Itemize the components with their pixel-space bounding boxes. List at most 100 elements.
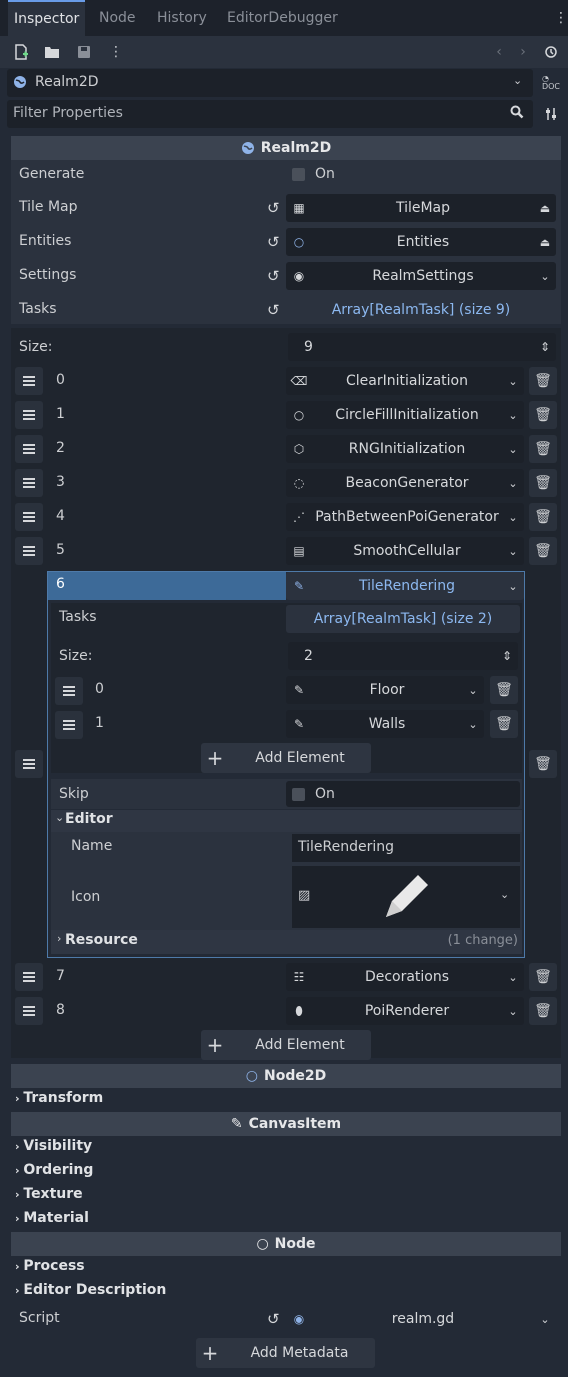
chevron-right-icon: › (57, 932, 62, 945)
task-resource[interactable]: ☷ Decorations ⌄ (286, 963, 524, 991)
tab-editor-debugger[interactable]: EditorDebugger (221, 0, 344, 36)
element-6-header[interactable]: 6 (48, 572, 286, 600)
section-node2d[interactable]: ○ Node2D (11, 1064, 561, 1088)
doc-icon[interactable]: ◔ DOC (540, 72, 562, 94)
drag-handle[interactable] (55, 677, 83, 705)
chevron-down-icon: ⌄ (468, 717, 478, 731)
delete-icon[interactable]: 🗑 (529, 750, 557, 778)
resource-group-header[interactable]: › Resource (1 change) (51, 930, 522, 954)
fold-visibility[interactable]: › Visibility (15, 1138, 92, 1154)
property-filter-options-icon[interactable] (540, 103, 562, 125)
filter-input[interactable]: Filter Properties (7, 100, 533, 128)
section-realm2d[interactable]: Realm2D (11, 136, 561, 160)
open-folder-icon[interactable] (41, 41, 63, 63)
history-icon[interactable] (540, 41, 562, 63)
drag-handle[interactable] (15, 997, 43, 1025)
add-metadata-button[interactable]: + Add Metadata (196, 1338, 375, 1368)
pick-node-icon[interactable]: ⏏ (534, 202, 556, 215)
history-back-icon[interactable]: ‹ (488, 41, 510, 63)
generate-checkbox[interactable]: On (292, 166, 335, 182)
editor-group-header[interactable]: ⌄ Editor (51, 810, 522, 832)
drag-handle[interactable] (55, 711, 83, 739)
add-element-button[interactable]: + Add Element (201, 1030, 371, 1060)
entities-value[interactable]: ○ Entities ⏏ (286, 228, 556, 256)
delete-icon[interactable]: 🗑 (529, 537, 557, 565)
task-resource[interactable]: ⬡ RNGInitialization ⌄ (286, 435, 524, 463)
delete-icon[interactable]: 🗑 (490, 676, 518, 704)
delete-icon[interactable]: 🗑 (529, 367, 557, 395)
delete-icon[interactable]: 🗑 (490, 710, 518, 738)
fold-texture[interactable]: › Texture (15, 1186, 83, 1202)
toolbar: ⋮ ‹ › (0, 36, 568, 68)
drag-handle[interactable] (15, 963, 43, 991)
tasks-array-button[interactable]: Array[RealmTask] (size 9) (286, 296, 556, 324)
tab-inspector[interactable]: Inspector (8, 0, 86, 36)
section-node[interactable]: ○ Node (11, 1232, 561, 1256)
size-spinbox[interactable]: 9 ⇕ (288, 333, 556, 361)
delete-icon[interactable]: 🗑 (529, 997, 557, 1025)
revert-icon[interactable]: ↺ (267, 267, 280, 285)
tab-node[interactable]: Node (93, 0, 142, 36)
node2d-icon: ○ (245, 1068, 258, 1084)
globe-icon: ◉ (293, 1312, 305, 1326)
nested-add-element-button[interactable]: + Add Element (201, 743, 371, 773)
spin-arrows-icon[interactable]: ⇕ (534, 340, 556, 354)
generate-value: On (315, 166, 335, 182)
fold-process[interactable]: › Process (15, 1258, 85, 1274)
chevron-down-icon: ⌄ (508, 1004, 518, 1018)
revert-icon[interactable]: ↺ (267, 301, 280, 319)
delete-icon[interactable]: 🗑 (529, 469, 557, 497)
drag-handle[interactable] (15, 503, 43, 531)
element-index: 7 (56, 968, 65, 984)
fold-editor-description[interactable]: › Editor Description (15, 1282, 166, 1298)
tab-menu-icon[interactable]: ⋮ (550, 7, 568, 29)
delete-icon[interactable]: 🗑 (529, 435, 557, 463)
drag-handle[interactable] (15, 750, 43, 778)
drag-handle[interactable] (15, 435, 43, 463)
save-icon[interactable] (73, 41, 95, 63)
history-forward-icon[interactable]: › (512, 41, 534, 63)
nested-size-spinbox[interactable]: 2 ⇕ (288, 642, 518, 670)
script-value[interactable]: ◉ realm.gd ⌄ (286, 1305, 556, 1333)
fold-material[interactable]: › Material (15, 1210, 89, 1226)
task-resource[interactable]: ○ CircleFillInitialization ⌄ (286, 401, 524, 429)
revert-icon[interactable]: ↺ (267, 199, 280, 217)
task-resource[interactable]: ⋰ PathBetweenPoiGenerator ⌄ (286, 503, 524, 531)
delete-icon[interactable]: 🗑 (529, 503, 557, 531)
drag-handle[interactable] (15, 401, 43, 429)
drag-handle[interactable] (15, 469, 43, 497)
object-selector[interactable]: Realm2D ⌄ (7, 69, 533, 97)
tile-map-value[interactable]: ▦ TileMap ⏏ (286, 194, 556, 222)
task-resource[interactable]: ◌ BeaconGenerator ⌄ (286, 469, 524, 497)
task-name: SmoothCellular (353, 543, 461, 559)
element-index: 8 (56, 1002, 65, 1018)
more-options-icon[interactable]: ⋮ (105, 41, 127, 63)
revert-icon[interactable]: ↺ (267, 1310, 280, 1328)
revert-icon[interactable]: ↺ (267, 233, 280, 251)
drag-handle[interactable] (15, 367, 43, 395)
element-6-resource[interactable]: ✎ TileRendering ⌄ (286, 572, 524, 600)
delete-icon[interactable]: 🗑 (529, 963, 557, 991)
new-resource-icon[interactable] (10, 41, 32, 63)
section-canvas-item[interactable]: ✎ CanvasItem (11, 1112, 561, 1136)
spin-arrows-icon[interactable]: ⇕ (496, 649, 518, 663)
size-label: Size: (19, 339, 53, 355)
nested-tasks-array-button[interactable]: Array[RealmTask] (size 2) (286, 605, 520, 633)
skip-checkbox[interactable]: On (286, 781, 520, 807)
pick-node-icon[interactable]: ⏏ (534, 236, 556, 249)
fold-transform[interactable]: › Transform (15, 1090, 103, 1106)
icon-field[interactable]: ▨ ⌄ (292, 866, 520, 928)
task-resource[interactable]: ⬮ PoiRenderer ⌄ (286, 997, 524, 1025)
element-index: 3 (56, 474, 65, 490)
task-resource[interactable]: ⌫ ClearInitialization ⌄ (286, 367, 524, 395)
drag-handle[interactable] (15, 537, 43, 565)
name-field[interactable]: TileRendering (292, 834, 520, 862)
fold-ordering[interactable]: › Ordering (15, 1162, 93, 1178)
nested-walls-resource[interactable]: ✎ Walls ⌄ (286, 710, 484, 738)
pin-icon: ⬮ (295, 1003, 303, 1018)
nested-floor-resource[interactable]: ✎ Floor ⌄ (286, 676, 484, 704)
delete-icon[interactable]: 🗑 (529, 401, 557, 429)
settings-value[interactable]: ◉ RealmSettings ⌄ (286, 262, 556, 290)
task-resource[interactable]: ▤ SmoothCellular ⌄ (286, 537, 524, 565)
tab-history[interactable]: History (151, 0, 213, 36)
